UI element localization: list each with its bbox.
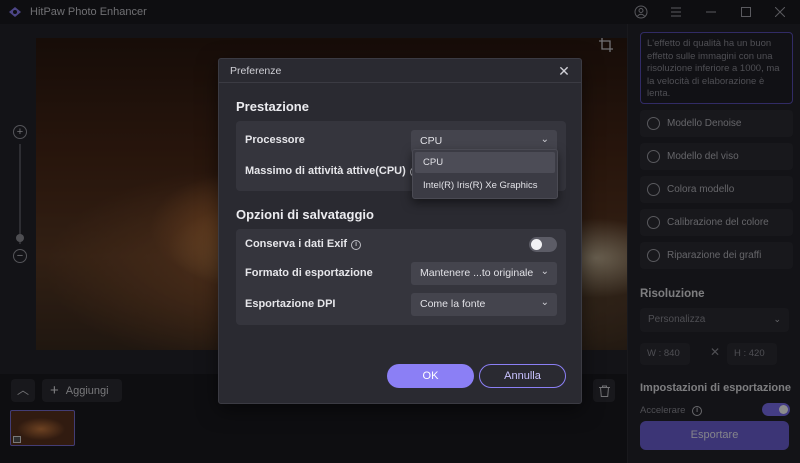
dpi-label: Esportazione DPI [245, 298, 336, 310]
processor-select-value: CPU [420, 135, 443, 147]
chevron-down-icon: ⌄ [540, 266, 549, 277]
chevron-down-icon: ⌄ [540, 134, 549, 145]
dropdown-option-cpu[interactable]: CPU [415, 152, 555, 173]
max-tasks-label: Massimo di attività attive(CPU) [245, 165, 406, 177]
format-label: Formato di esportazione [245, 267, 373, 279]
chevron-down-icon: ⌄ [540, 297, 549, 308]
processor-dropdown: CPU Intel(R) Iris(R) Xe Graphics [412, 149, 558, 199]
max-tasks-row: Massimo di attività attive(CPU)i [245, 165, 420, 177]
processor-label: Processore [245, 134, 305, 146]
exif-label: Conserva i dati Exif [245, 238, 348, 250]
app-window: HitPaw Photo Enhancer + − ︿ + Aggiungi L… [0, 0, 800, 463]
dpi-select-value: Come la fonte [420, 298, 486, 310]
dialog-header: Preferenze ✕ [219, 59, 581, 83]
format-select-value: Mantenere ...to originale [420, 267, 534, 279]
exif-row: Conserva i dati Exif i [245, 238, 362, 250]
save-options-card: Conserva i dati Exif i Formato di esporta… [236, 229, 566, 325]
info-icon[interactable]: i [351, 240, 362, 250]
format-select[interactable]: Mantenere ...to originale ⌄ [411, 262, 557, 285]
save-options-section-title: Opzioni di salvataggio [236, 207, 374, 222]
cancel-button[interactable]: Annulla [479, 364, 566, 388]
dropdown-option-gpu[interactable]: Intel(R) Iris(R) Xe Graphics [415, 175, 555, 196]
close-icon[interactable]: ✕ [556, 63, 572, 79]
dpi-select[interactable]: Come la fonte ⌄ [411, 293, 557, 316]
performance-section-title: Prestazione [236, 99, 309, 114]
preferences-dialog: Preferenze ✕ Prestazione Processore CPU … [218, 58, 582, 404]
ok-button[interactable]: OK [387, 364, 474, 388]
exif-toggle[interactable] [529, 237, 557, 252]
dialog-title: Preferenze [230, 65, 282, 77]
